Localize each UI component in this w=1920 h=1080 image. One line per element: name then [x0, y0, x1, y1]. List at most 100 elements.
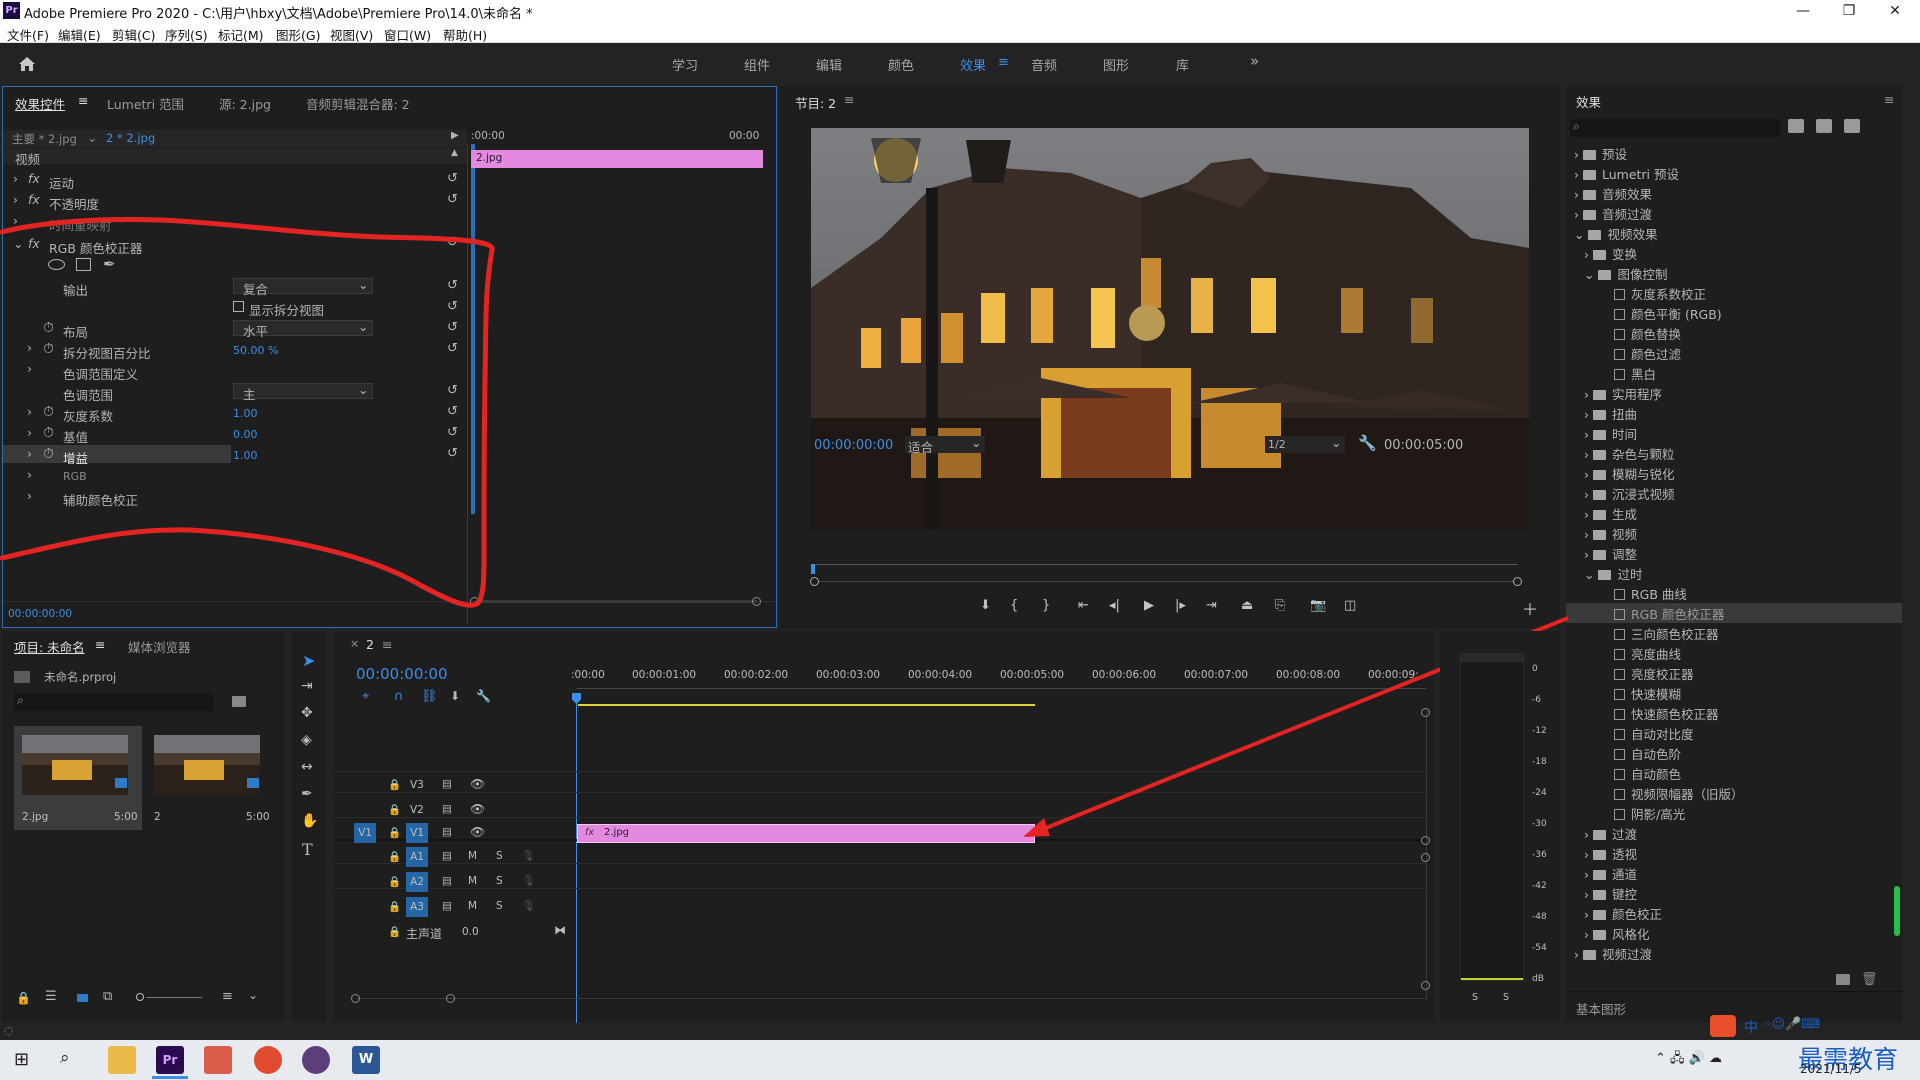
linked-selection-icon[interactable]: ⛓ — [421, 689, 438, 704]
program-title[interactable]: 节目: 2 — [795, 93, 836, 112]
32bit-effects-icon[interactable] — [1816, 119, 1832, 133]
tree-color-correction[interactable]: › 颜色校正 — [1584, 904, 1662, 923]
effect-fast-color-corrector[interactable]: 快速颜色校正器 — [1614, 704, 1719, 723]
zoom-bar[interactable] — [819, 581, 1513, 582]
workspace-graphics[interactable]: 图形 — [1103, 55, 1129, 74]
chevron-down-icon[interactable]: ⌄ — [248, 988, 258, 1002]
mic-icon[interactable]: 🎙 — [522, 849, 535, 862]
list-view-icon[interactable]: ☰ — [45, 989, 57, 1004]
effect-fast-blur[interactable]: 快速模糊 — [1614, 684, 1681, 703]
tree-generate[interactable]: › 生成 — [1584, 504, 1637, 523]
program-playhead[interactable] — [811, 564, 815, 574]
mark-in-icon[interactable]: { — [1010, 598, 1018, 613]
tree-noise-grain[interactable]: › 杂色与颗粒 — [1584, 444, 1675, 463]
app-icon[interactable] — [302, 1046, 330, 1074]
effect-shadow-highlight[interactable]: 阴影/高光 — [1614, 804, 1685, 823]
menu-sequence[interactable]: 序列(S) — [165, 25, 208, 44]
accelerated-effects-icon[interactable] — [1788, 119, 1804, 133]
tree-presets[interactable]: › 预设 — [1574, 144, 1627, 163]
menu-edit[interactable]: 编辑(E) — [58, 25, 101, 44]
tree-time[interactable]: › 时间 — [1584, 424, 1637, 443]
freeform-view-icon[interactable]: ⧉ — [103, 989, 112, 1004]
eye-icon[interactable]: 👁 — [470, 777, 485, 791]
sequence-tab[interactable]: 2 — [366, 637, 374, 652]
tab-effect-controls[interactable]: 效果控件 — [15, 94, 65, 113]
tree-obsolete[interactable]: ⌄ 过时 — [1584, 564, 1642, 583]
tree-stylize[interactable]: › 风格化 — [1584, 924, 1650, 943]
hand-tool-icon[interactable]: ✋ — [301, 813, 318, 829]
master-dropdown-icon[interactable]: ⌄ — [87, 130, 97, 145]
workspace-assembly[interactable]: 组件 — [744, 55, 770, 74]
collapse-icon[interactable]: ▲ — [451, 148, 458, 158]
sync-icon[interactable]: ▤ — [442, 826, 452, 838]
tree-distort[interactable]: › 扭曲 — [1584, 404, 1637, 423]
settings-wrench-icon[interactable]: 🔧 — [476, 689, 491, 703]
solo-button[interactable]: S — [496, 900, 503, 912]
ripple-edit-icon[interactable]: ✥ — [301, 705, 313, 721]
nest-icon[interactable]: ⌖ — [362, 689, 369, 704]
fit-dropdown[interactable]: 适合 ⌄ — [905, 435, 985, 455]
pen-tool-icon[interactable]: ✒ — [301, 786, 313, 802]
lock-icon[interactable]: 🔒 — [16, 991, 31, 1005]
expand-motion-icon[interactable]: › — [13, 171, 18, 186]
trash-icon[interactable]: 🗑 — [1861, 972, 1878, 987]
panel-menu-icon[interactable]: ≡ — [1884, 92, 1894, 107]
tree-lumetri-presets[interactable]: › Lumetri 预设 — [1574, 164, 1679, 183]
tree-image-control[interactable]: ⌄ 图像控制 — [1584, 264, 1667, 283]
icon-view-icon[interactable] — [77, 994, 88, 1002]
meter-solo-left[interactable]: S — [1472, 992, 1478, 1003]
lock-icon[interactable]: 🔒 — [388, 925, 401, 938]
effect-auto-levels[interactable]: 自动色阶 — [1614, 744, 1681, 763]
wrench-icon[interactable]: 🔧 — [1358, 434, 1377, 452]
program-scrub-bar[interactable] — [812, 564, 1518, 565]
search-icon[interactable]: ⌕ — [60, 1048, 70, 1068]
effect-color-replace[interactable]: 颜色替换 — [1614, 324, 1681, 343]
mute-button[interactable]: M — [468, 850, 477, 862]
maximize-button[interactable]: ❐ — [1826, 0, 1872, 22]
close-button[interactable]: ✕ — [1872, 0, 1918, 22]
effect-luma-corrector[interactable]: 亮度校正器 — [1614, 664, 1694, 683]
scroll-handle-icon[interactable] — [1421, 981, 1430, 990]
tree-transform[interactable]: › 变换 — [1584, 244, 1637, 263]
tree-adjust[interactable]: › 调整 — [1584, 544, 1637, 563]
razor-icon[interactable]: ◈ — [301, 732, 312, 748]
sync-icon[interactable]: ▤ — [442, 900, 452, 912]
program-timecode[interactable]: 00:00:00:00 — [814, 438, 893, 453]
effect-luma-curve[interactable]: 亮度曲线 — [1614, 644, 1681, 663]
minimize-button[interactable]: — — [1780, 0, 1826, 22]
ime-indicator[interactable]: 中 — [1744, 1017, 1758, 1037]
workspace-editing[interactable]: 编辑 — [816, 55, 842, 74]
effect-auto-contrast[interactable]: 自动对比度 — [1614, 724, 1694, 743]
meter-solo-right[interactable]: S — [1503, 992, 1509, 1003]
solo-button[interactable]: S — [496, 850, 503, 862]
slip-icon[interactable]: ↔ — [301, 759, 313, 775]
scroll-handle-icon[interactable] — [351, 994, 360, 1003]
timeline-playhead[interactable] — [576, 693, 577, 1023]
sort-icon[interactable]: ≡ — [222, 989, 233, 1004]
effects-search-input[interactable]: ⌕ — [1570, 119, 1780, 137]
project-search-input[interactable]: ⌕ — [14, 693, 214, 711]
add-marker-icon[interactable]: ⬇ — [450, 689, 460, 703]
lock-icon[interactable]: 🔒 — [388, 850, 401, 863]
zoom-slider-handle[interactable] — [136, 993, 144, 1001]
yuv-effects-icon[interactable] — [1844, 119, 1860, 133]
workspace-audio[interactable]: 音频 — [1031, 55, 1057, 74]
workspace-overflow[interactable]: » — [1250, 52, 1259, 70]
effect-gamma-correction[interactable]: 灰度系数校正 — [1614, 284, 1706, 303]
menu-graphics[interactable]: 图形(G) — [276, 25, 320, 44]
word-icon[interactable]: W — [352, 1046, 380, 1074]
tree-blur-sharpen[interactable]: › 模糊与锐化 — [1584, 464, 1675, 483]
effects-scrollbar[interactable] — [1894, 886, 1900, 936]
scroll-handle-icon[interactable] — [1421, 853, 1430, 862]
workspace-effects[interactable]: 效果 — [960, 55, 986, 74]
track-name[interactable]: A3 — [406, 897, 428, 917]
close-sequence-icon[interactable]: × — [350, 637, 359, 650]
tree-keying[interactable]: › 键控 — [1584, 884, 1637, 903]
ime-toolbar-icon[interactable]: ◦☺🎤⌨ — [1764, 1017, 1820, 1032]
mic-icon[interactable]: 🎙 — [522, 899, 535, 912]
eye-icon[interactable]: 👁 — [470, 825, 485, 839]
effect-rgb-color-corrector[interactable]: RGB 颜色校正器 — [1566, 603, 1902, 623]
go-to-end-icon[interactable]: ⧓ — [554, 923, 566, 937]
effect-rgb-curves[interactable]: RGB 曲线 — [1614, 584, 1687, 603]
sync-icon[interactable]: ▤ — [442, 850, 452, 862]
